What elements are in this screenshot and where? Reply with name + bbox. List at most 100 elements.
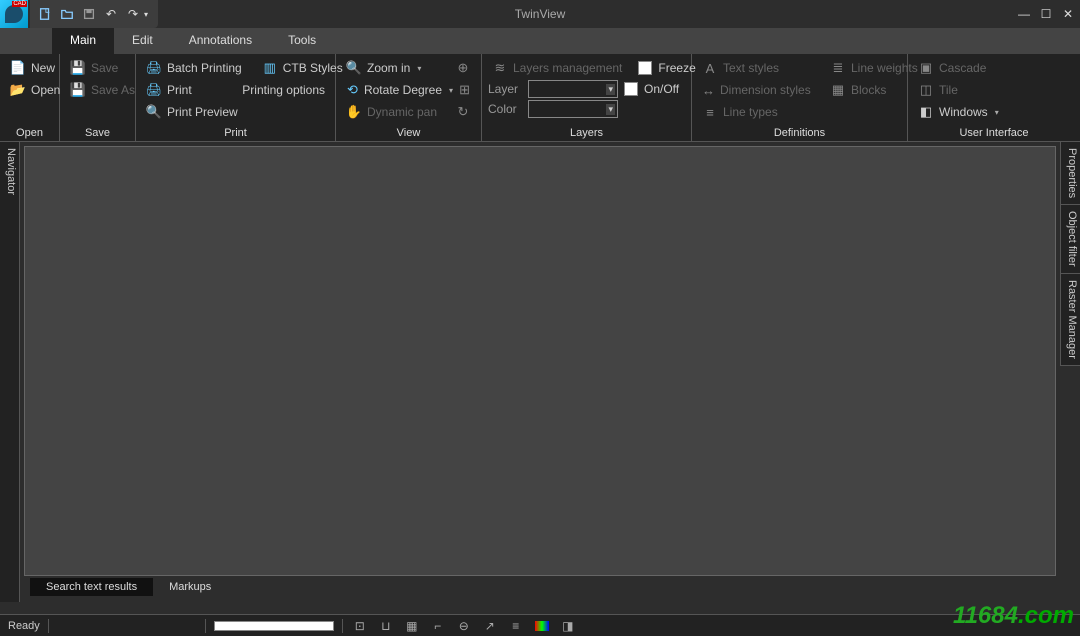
zoom-in-button[interactable]: 🔍Zoom in▾⊕	[342, 58, 475, 78]
bottom-tabs: Search text results Markups	[24, 576, 1056, 598]
model-space-icon[interactable]: ◨	[559, 618, 577, 634]
group-open-label: Open	[6, 125, 53, 139]
refresh-icon[interactable]: ↻	[455, 104, 471, 120]
save-button: 💾Save	[66, 58, 129, 78]
window-controls: — ☐ ✕	[1016, 7, 1076, 21]
properties-panel-tab[interactable]: Properties	[1060, 142, 1080, 205]
minimize-button[interactable]: —	[1016, 7, 1032, 21]
print-preview-button[interactable]: 🔍Print Preview	[142, 102, 329, 122]
redo-icon[interactable]: ↷	[124, 5, 142, 23]
group-print: 🖨Batch Printing ▥CTB Styles 🖨Print Print…	[136, 54, 336, 141]
rotate-extra-icon[interactable]: ⊞	[458, 82, 471, 98]
save-icon: 💾	[70, 60, 86, 76]
zoom-icon: 🔍	[346, 60, 362, 76]
status-text: Ready	[8, 620, 40, 632]
linetype-icon: ≡	[702, 104, 718, 120]
undo-icon[interactable]: ↶	[102, 5, 120, 23]
tab-tools[interactable]: Tools	[270, 28, 334, 54]
print-button[interactable]: 🖨Print	[142, 80, 196, 100]
tile-button: ◫Tile	[914, 80, 1074, 100]
dimension-icon: ↔	[702, 82, 715, 98]
group-view-label: View	[342, 125, 475, 139]
canvas-container: Search text results Markups	[20, 142, 1060, 602]
rotate-icon: ⟲	[346, 82, 359, 98]
text-styles-button: AText styles	[698, 58, 814, 78]
open-folder-icon[interactable]	[58, 5, 76, 23]
group-definitions: AText styles ↔Dimension styles ≡Line typ…	[692, 54, 908, 141]
tab-annotations[interactable]: Annotations	[171, 28, 270, 54]
lineweight-toggle-icon[interactable]: ≡	[507, 618, 525, 634]
close-button[interactable]: ✕	[1060, 7, 1076, 21]
onoff-checkbox[interactable]	[624, 82, 638, 96]
zoom-extra-icon[interactable]: ⊕	[455, 60, 471, 76]
layers-management-button: ≋Layers management	[488, 58, 626, 78]
chevron-down-icon: ▾	[449, 86, 453, 95]
new-file-icon[interactable]	[36, 5, 54, 23]
separator	[48, 619, 49, 633]
raster-manager-panel-tab[interactable]: Raster Manager	[1060, 274, 1080, 366]
saveas-icon: 💾	[70, 82, 86, 98]
polar-icon[interactable]: ⊖	[455, 618, 473, 634]
ctb-icon: ▥	[262, 60, 278, 76]
main-area: Navigator Search text results Markups Pr…	[0, 142, 1080, 602]
right-panels: Properties Object filter Raster Manager	[1060, 142, 1080, 602]
group-definitions-label: Definitions	[698, 125, 901, 139]
ctb-styles-button[interactable]: ▥CTB Styles	[258, 58, 347, 78]
app-logo[interactable]	[0, 0, 28, 28]
tab-search-results[interactable]: Search text results	[30, 578, 153, 596]
group-view: 🔍Zoom in▾⊕ ⟲Rotate Degree▾⊞ ✋Dynamic pan…	[336, 54, 482, 141]
snap-icon[interactable]: ⊡	[351, 618, 369, 634]
color-palette-icon[interactable]	[533, 618, 551, 634]
printing-options-button[interactable]: Printing options	[238, 80, 329, 100]
dynamic-pan-button: ✋Dynamic pan↻	[342, 102, 475, 122]
cursor-icon[interactable]: ↗	[481, 618, 499, 634]
batch-printing-button[interactable]: 🖨Batch Printing	[142, 58, 246, 78]
layer-dropdown[interactable]	[528, 80, 618, 98]
new-button[interactable]: 📄New	[6, 58, 53, 78]
magnet-icon[interactable]: ⊔	[377, 618, 395, 634]
chevron-down-icon: ▾	[995, 108, 999, 117]
cascade-button: ▣Cascade	[914, 58, 1074, 78]
color-dropdown[interactable]	[528, 100, 618, 118]
text-icon: A	[702, 60, 718, 76]
onoff-label: On/Off	[644, 82, 679, 96]
freeze-label: Freeze	[658, 61, 695, 75]
group-save: 💾Save 💾Save As Save	[60, 54, 136, 141]
maximize-button[interactable]: ☐	[1038, 7, 1054, 21]
open-button[interactable]: 📂Open	[6, 80, 53, 100]
layer-label: Layer	[488, 82, 522, 96]
saveas-button: 💾Save As	[66, 80, 129, 100]
tab-main[interactable]: Main	[52, 28, 114, 54]
separator	[342, 619, 343, 633]
group-save-label: Save	[66, 125, 129, 139]
title-bar: ↶ ↷ ▾ TwinView — ☐ ✕	[0, 0, 1080, 28]
tab-markups[interactable]: Markups	[153, 578, 227, 596]
cascade-icon: ▣	[918, 60, 934, 76]
group-print-label: Print	[142, 125, 329, 139]
object-filter-panel-tab[interactable]: Object filter	[1060, 205, 1080, 274]
color-label: Color	[488, 102, 522, 116]
dimension-styles-button: ↔Dimension styles	[698, 80, 814, 100]
ribbon: 📄New 📂Open Open 💾Save 💾Save As Save 🖨Bat…	[0, 54, 1080, 142]
drawing-canvas[interactable]	[24, 146, 1056, 576]
group-layers: ≋Layers management Freeze Layer On/Off C…	[482, 54, 692, 141]
watermark: 11684.com	[953, 602, 1074, 630]
navigator-panel-tab[interactable]: Navigator	[0, 142, 20, 602]
print-icon: 🖨	[146, 82, 162, 98]
tab-edit[interactable]: Edit	[114, 28, 171, 54]
chevron-down-icon: ▾	[417, 64, 421, 73]
grid-icon[interactable]: ▦	[403, 618, 421, 634]
rotate-button[interactable]: ⟲Rotate Degree▾⊞	[342, 80, 475, 100]
group-layers-label: Layers	[488, 125, 685, 139]
qat-dropdown-icon[interactable]: ▾	[144, 10, 154, 19]
app-title: TwinView	[515, 7, 565, 21]
save-icon[interactable]	[80, 5, 98, 23]
freeze-checkbox[interactable]	[638, 61, 652, 75]
group-ui: ▣Cascade ◫Tile ◧Windows▾ User Interface	[908, 54, 1080, 141]
status-bar: Ready ⊡ ⊔ ▦ ⌐ ⊖ ↗ ≡ ◨	[0, 614, 1080, 636]
new-icon: 📄	[10, 60, 26, 76]
blocks-icon: ▦	[830, 82, 846, 98]
ortho-icon[interactable]: ⌐	[429, 618, 447, 634]
tile-icon: ◫	[918, 82, 934, 98]
windows-button[interactable]: ◧Windows▾	[914, 102, 1074, 122]
